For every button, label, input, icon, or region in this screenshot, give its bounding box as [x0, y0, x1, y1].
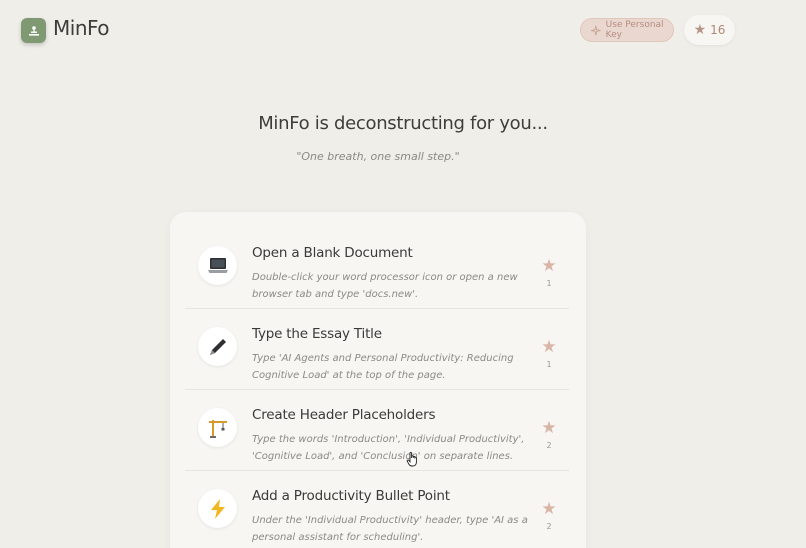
- step-star-count: 1: [546, 279, 552, 288]
- step-star-count: 1: [546, 360, 552, 369]
- hand-cursor-icon: [406, 452, 417, 467]
- step-title: Add a Productivity Bullet Point: [252, 488, 450, 504]
- steps-card: Open a Blank Document Double-click your …: [170, 212, 586, 548]
- motivational-quote: "One breath, one small step.": [296, 150, 460, 163]
- step-title: Type the Essay Title: [252, 326, 382, 342]
- logo-icon: [28, 25, 39, 36]
- step-description: Type 'AI Agents and Personal Productivit…: [252, 353, 514, 381]
- step-star-count: 2: [546, 441, 552, 450]
- step-star-icon[interactable]: ★: [540, 420, 558, 437]
- star-count-button[interactable]: ★ 16: [684, 15, 735, 45]
- use-personal-key-label: Use Personal Key: [605, 20, 664, 40]
- page-title: MinFo is deconstructing for you...: [258, 113, 548, 134]
- step-description: Type the words 'Introduction', 'Individu…: [252, 434, 525, 462]
- key-sparkle-icon: [591, 25, 601, 35]
- step-description: Under the 'Individual Productivity' head…: [252, 515, 528, 543]
- step-star-icon[interactable]: ★: [540, 258, 558, 275]
- star-count: 16: [710, 23, 726, 37]
- step-star-count: 2: [546, 522, 552, 531]
- step-item[interactable]: Create Header Placeholders Type the word…: [185, 390, 569, 471]
- step-description: Double-click your word processor icon or…: [252, 272, 518, 300]
- laptop-icon: [198, 246, 237, 285]
- step-item[interactable]: Type the Essay Title Type 'AI Agents and…: [185, 309, 569, 390]
- step-item[interactable]: Add a Productivity Bullet Point Under th…: [185, 471, 569, 548]
- pen-icon: [198, 327, 237, 366]
- lightning-icon: [198, 489, 237, 528]
- star-icon: ★: [693, 22, 707, 38]
- step-item[interactable]: Open a Blank Document Double-click your …: [185, 228, 569, 309]
- step-title: Create Header Placeholders: [252, 407, 436, 423]
- step-title: Open a Blank Document: [252, 245, 413, 261]
- use-personal-key-button[interactable]: Use Personal Key: [580, 18, 674, 42]
- step-star-icon[interactable]: ★: [540, 501, 558, 518]
- step-star-icon[interactable]: ★: [540, 339, 558, 356]
- logo-badge[interactable]: [21, 18, 46, 43]
- app-logo-text: MinFo: [53, 16, 110, 40]
- crane-icon: [198, 408, 237, 447]
